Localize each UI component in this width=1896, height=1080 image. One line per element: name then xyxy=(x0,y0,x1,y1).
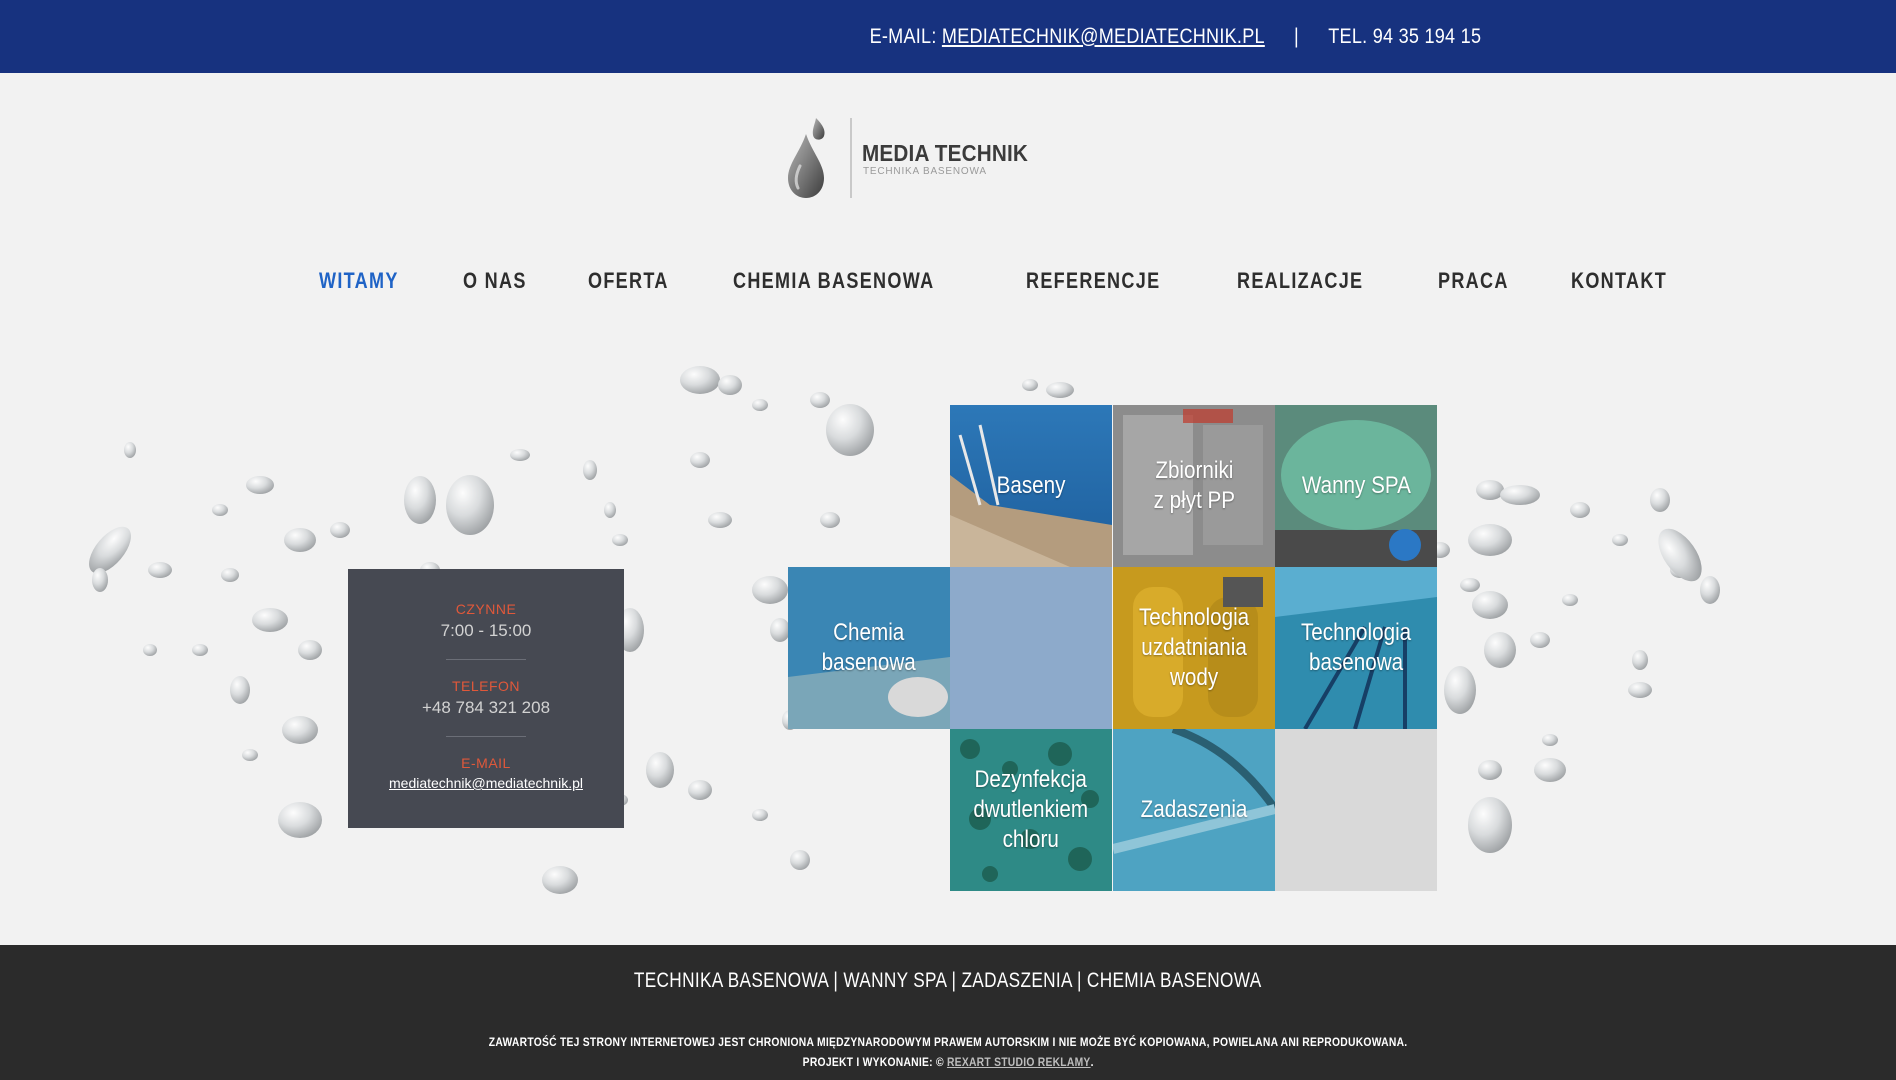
nav-item-chemia-basenowa[interactable]: CHEMIA BASENOWA xyxy=(733,268,934,302)
footer-copyright: ZAWARTOŚĆ TEJ STRONY INTERNETOWEJ JEST C… xyxy=(0,1032,1896,1072)
footer-links-text: TECHNIKA BASENOWA | WANNY SPA | ZADASZEN… xyxy=(634,969,1262,992)
tile-dezynfekcja[interactable]: Dezynfekcja dwutlenkiem chloru xyxy=(950,729,1112,891)
nav-item-realizacje[interactable]: REALIZACJE xyxy=(1237,268,1363,302)
tile-label-line: Technologia xyxy=(1300,619,1412,646)
tile-label-line: uzdatniania xyxy=(1141,634,1247,661)
tile-chemia-basenowa[interactable]: Chemia basenowa xyxy=(788,567,950,729)
nav-item-referencje[interactable]: REFERENCJE xyxy=(1026,268,1160,302)
tile-label-line: dwutlenkiem xyxy=(973,796,1089,823)
email-label: E-MAIL xyxy=(461,755,511,771)
tile-label: Technologia uzdatniania wody xyxy=(1139,603,1249,693)
tile-blank-blue xyxy=(950,567,1112,729)
tile-technologia-basenowa[interactable]: Technologia basenowa xyxy=(1275,567,1437,729)
nav-item-praca[interactable]: PRACA xyxy=(1438,268,1509,302)
site-logo[interactable]: MEDIA TECHNIK TECHNIKA BASENOWA xyxy=(780,114,1028,202)
tile-label: Baseny xyxy=(996,472,1066,499)
tile-zbiorniki[interactable]: Zbiorniki z płyt PP xyxy=(1113,405,1275,567)
nav-item-o-nas[interactable]: O NAS xyxy=(463,268,527,302)
phone-label: TELEFON xyxy=(451,678,521,694)
tile-label: Technologia basenowa xyxy=(1301,618,1411,678)
tile-label-line: Zbiorniki xyxy=(1154,457,1233,484)
tile-label-line: wody xyxy=(1169,664,1219,691)
nav-item-kontakt[interactable]: KONTAKT xyxy=(1571,268,1667,302)
tile-label-line: z płyt PP xyxy=(1153,487,1235,514)
phone-value: +48 784 321 208 xyxy=(421,698,551,717)
tile-technologia-uzdatniania-wody[interactable]: Technologia uzdatniania wody xyxy=(1113,567,1275,729)
credit-suffix: . xyxy=(1090,1055,1094,1069)
info-divider xyxy=(446,659,526,660)
tile-label-line: Technologia xyxy=(1138,604,1250,631)
tile-label-line: chloru xyxy=(1002,826,1060,853)
logo-tagline: TECHNIKA BASENOWA xyxy=(863,166,987,177)
tile-label: Dezynfekcja dwutlenkiem chloru xyxy=(974,765,1089,855)
info-email-link[interactable]: mediatechnik@mediatechnik.pl xyxy=(389,775,583,791)
tile-label-line: basenowa xyxy=(821,649,917,676)
tile-blank-grey xyxy=(1275,729,1437,891)
contact-info-box: CZYNNE 7:00 - 15:00 TELEFON +48 784 321 … xyxy=(348,569,624,828)
nav-item-oferta[interactable]: OFERTA xyxy=(588,268,669,302)
top-contact-bar: E-MAIL: MEDIATECHNIK@MEDIATECHNIK.PL | T… xyxy=(0,0,1896,73)
site-footer: TECHNIKA BASENOWA | WANNY SPA | ZADASZEN… xyxy=(0,945,1896,1080)
footer-links: TECHNIKA BASENOWA | WANNY SPA | ZADASZEN… xyxy=(0,969,1896,993)
top-contact-info: E-MAIL: MEDIATECHNIK@MEDIATECHNIK.PL | T… xyxy=(869,0,1481,73)
copyright-text: ZAWARTOŚĆ TEJ STRONY INTERNETOWEJ JEST C… xyxy=(488,1035,1408,1049)
hours-value: 7:00 - 15:00 xyxy=(440,621,532,640)
credit-line: PROJEKT I WYKONANIE: © REXART STUDIO REK… xyxy=(802,1052,1093,1072)
logo-divider xyxy=(850,118,852,198)
info-divider xyxy=(446,736,526,737)
credit-link[interactable]: REXART STUDIO REKLAMY xyxy=(947,1055,1091,1069)
tile-label: Chemia basenowa xyxy=(822,618,916,678)
credit-prefix: PROJEKT I WYKONANIE: © xyxy=(802,1055,944,1069)
top-email-link[interactable]: MEDIATECHNIK@MEDIATECHNIK.PL xyxy=(942,25,1265,49)
tile-wanny-spa[interactable]: Wanny SPA xyxy=(1275,405,1437,567)
tile-label: Zbiorniki z płyt PP xyxy=(1153,456,1234,516)
tile-label: Zadaszenia xyxy=(1140,796,1248,823)
tile-zadaszenia[interactable]: Zadaszenia xyxy=(1113,729,1275,891)
hours-label: CZYNNE xyxy=(455,601,517,617)
tile-label: Wanny SPA xyxy=(1301,472,1411,499)
top-email-label: E-MAIL: xyxy=(869,24,937,48)
main-navigation: WITAMY O NAS OFERTA CHEMIA BASENOWA REFE… xyxy=(319,268,1735,302)
logo-name: MEDIA TECHNIK xyxy=(862,140,1029,166)
tile-baseny[interactable]: Baseny xyxy=(950,405,1112,567)
tile-label-line: basenowa xyxy=(1308,649,1404,676)
nav-item-witamy[interactable]: WITAMY xyxy=(319,268,399,302)
tile-label-line: Dezynfekcja xyxy=(974,766,1088,793)
water-drop-icon xyxy=(788,118,825,198)
top-phone: TEL. 94 35 194 15 xyxy=(1328,24,1481,48)
top-separator: | xyxy=(1293,24,1299,48)
tile-label-line: Chemia xyxy=(833,619,905,646)
